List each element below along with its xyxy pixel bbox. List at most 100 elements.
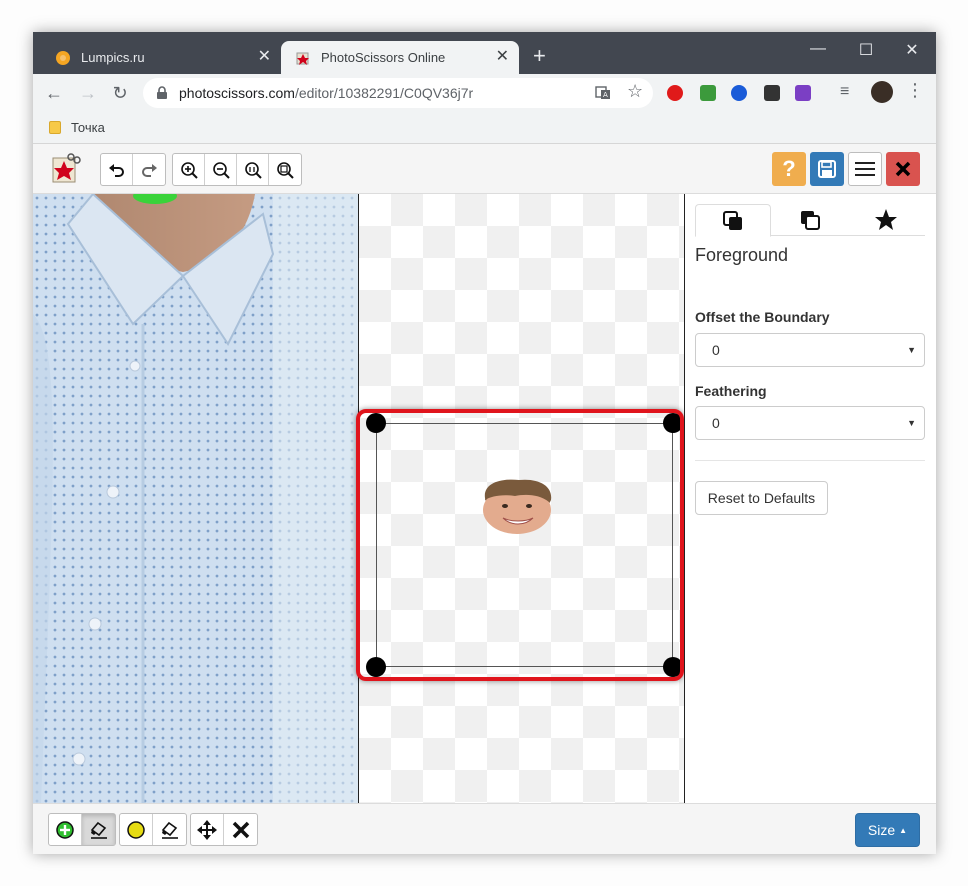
tab-effects[interactable] — [848, 204, 924, 236]
tab-title: PhotoScissors Online — [321, 50, 446, 65]
panel-heading: Foreground — [695, 245, 789, 265]
offset-select[interactable]: 0 ▼ — [695, 333, 925, 367]
feathering-value: 0 — [712, 415, 720, 431]
background-tab-icon — [801, 211, 820, 230]
zoom-actual-icon — [244, 161, 262, 179]
foreground-tab-icon — [723, 210, 742, 230]
panel-tabs — [695, 204, 925, 237]
svg-text:A: A — [603, 91, 608, 99]
address-bar[interactable]: photoscissors.com/editor/10382291/C0QV36… — [143, 78, 653, 108]
offset-label: Offset the Boundary — [695, 309, 830, 325]
media-control-icon[interactable]: ≡ — [840, 83, 849, 101]
redo-button[interactable] — [133, 154, 165, 185]
reload-icon[interactable]: ↻ — [109, 82, 131, 104]
url-host: photoscissors.com — [179, 85, 295, 101]
zoom-actual-button[interactable] — [237, 154, 269, 185]
foreground-eraser-button[interactable] — [82, 814, 115, 845]
zoom-fit-icon — [277, 161, 294, 179]
feathering-label: Feathering — [695, 383, 767, 399]
lock-icon — [157, 86, 167, 99]
tab-background[interactable] — [772, 204, 848, 236]
reset-defaults-button[interactable]: Reset to Defaults — [695, 481, 828, 515]
settings-panel: Foreground Offset the Boundary 0 ▼ Feath… — [685, 194, 936, 803]
menu-dots-icon[interactable]: ⋮ — [906, 80, 924, 101]
background-marker-icon — [127, 820, 145, 839]
window-close-button[interactable]: ✕ — [902, 40, 922, 60]
original-image-pane[interactable] — [33, 194, 358, 803]
url-path: /editor/10382291/C0QV36j7r — [294, 85, 474, 101]
eraser-icon — [90, 821, 107, 839]
browser-toolbar: ← → ↻ photoscissors.com/editor/10382291/… — [33, 74, 936, 112]
menu-button[interactable] — [848, 152, 882, 186]
tab-photoscissors[interactable]: PhotoScissors Online ✕ — [281, 41, 519, 74]
caret-down-icon: ▼ — [907, 345, 916, 355]
bottom-toolbar: Size ▲ — [33, 803, 936, 854]
photoscissors-icon — [296, 52, 309, 65]
browser-window: Lumpics.ru ✕ PhotoScissors Online ✕ + — … — [33, 32, 936, 854]
size-dropdown-button[interactable]: Size ▲ — [855, 813, 920, 847]
adblock-icon[interactable] — [667, 85, 683, 101]
foreground-marker-icon — [56, 820, 74, 839]
zoom-out-button[interactable] — [205, 154, 237, 185]
caret-up-icon: ▲ — [899, 825, 908, 835]
checkmark-extension-icon[interactable] — [700, 85, 716, 101]
foreground-marker-button[interactable] — [49, 814, 82, 845]
background-eraser-button[interactable] — [153, 814, 186, 845]
close-icon[interactable]: ✕ — [496, 49, 509, 65]
help-button[interactable]: ? — [772, 152, 806, 186]
undo-icon — [108, 163, 124, 177]
minimize-button[interactable]: — — [808, 40, 828, 58]
close-icon[interactable]: ✕ — [258, 49, 271, 65]
redo-icon — [142, 163, 157, 177]
purple-extension-icon[interactable] — [795, 85, 811, 101]
history-group — [100, 153, 166, 186]
avatar[interactable] — [871, 81, 893, 103]
close-editor-button[interactable] — [886, 152, 920, 186]
photoscissors-logo — [52, 153, 81, 183]
move-icon — [197, 819, 217, 840]
star-bookmark-icon[interactable]: ☆ — [627, 81, 643, 102]
tab-bar: Lumpics.ru ✕ PhotoScissors Online ✕ + — … — [33, 32, 936, 74]
close-icon — [895, 161, 911, 177]
zoom-in-button[interactable] — [173, 154, 205, 185]
highlight-frame — [356, 409, 684, 681]
hamburger-icon — [855, 162, 875, 176]
maximize-button[interactable]: ☐ — [856, 40, 876, 60]
shirt-photo — [33, 194, 358, 803]
clear-button[interactable] — [224, 814, 257, 845]
caret-down-icon: ▼ — [907, 418, 916, 428]
back-arrow-icon[interactable]: ← — [43, 82, 65, 104]
move-tools — [190, 813, 258, 846]
bookmark-tochka[interactable]: Точка — [49, 120, 105, 135]
offset-value: 0 — [712, 342, 720, 358]
bookmark-label: Точка — [71, 120, 105, 135]
zoom-out-icon — [212, 161, 230, 179]
tab-foreground[interactable] — [695, 204, 771, 237]
clear-icon — [232, 821, 249, 838]
folder-icon — [49, 121, 61, 134]
tab-title: Lumpics.ru — [81, 50, 145, 65]
zoom-in-icon — [180, 161, 198, 179]
save-icon — [818, 160, 836, 178]
globe-extension-icon[interactable] — [731, 85, 747, 101]
panel-divider — [695, 460, 925, 461]
move-button[interactable] — [191, 814, 224, 845]
save-button[interactable] — [810, 152, 844, 186]
translate-icon[interactable]: A — [595, 85, 611, 101]
zoom-fit-button[interactable] — [269, 154, 301, 185]
tab-lumpics[interactable]: Lumpics.ru ✕ — [41, 41, 281, 74]
undo-button[interactable] — [101, 154, 133, 185]
orange-circle-icon — [56, 50, 70, 65]
size-label: Size — [867, 822, 896, 838]
feathering-select[interactable]: 0 ▼ — [695, 406, 925, 440]
eraser-icon — [161, 821, 178, 839]
cube-extension-icon[interactable] — [764, 85, 780, 101]
forward-arrow-icon[interactable]: → — [77, 82, 99, 104]
star-icon — [875, 209, 897, 230]
background-tools — [119, 813, 187, 846]
editor-toolbar: ? — [33, 144, 936, 194]
new-tab-button[interactable]: + — [533, 45, 546, 67]
foreground-tools — [48, 813, 116, 846]
background-marker-button[interactable] — [120, 814, 153, 845]
bookmarks-bar: Точка — [33, 112, 936, 144]
